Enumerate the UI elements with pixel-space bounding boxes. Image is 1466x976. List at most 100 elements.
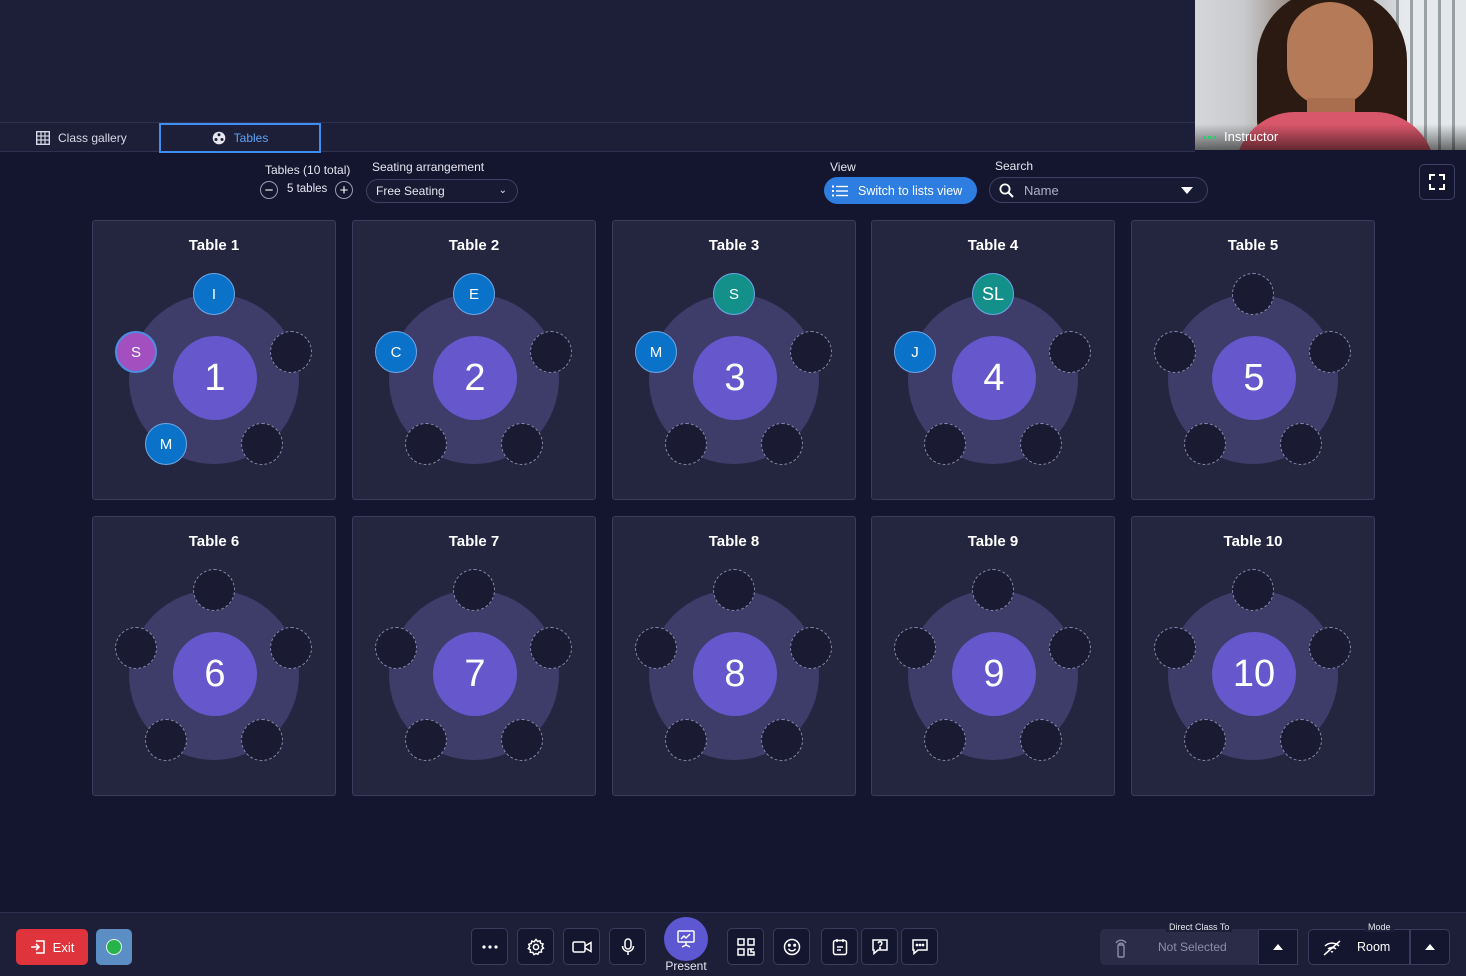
seat-empty[interactable] bbox=[1309, 331, 1351, 373]
seat-empty[interactable] bbox=[115, 627, 157, 669]
student-initial: S bbox=[130, 343, 141, 361]
seat-empty[interactable] bbox=[1184, 423, 1226, 465]
seat-empty[interactable] bbox=[1154, 331, 1196, 373]
seat-empty[interactable] bbox=[1049, 627, 1091, 669]
tables-total-label: Tables (10 total) bbox=[265, 163, 351, 177]
seat-empty[interactable] bbox=[1280, 719, 1322, 761]
seat-empty[interactable] bbox=[145, 719, 187, 761]
table-number: 4 bbox=[952, 336, 1036, 420]
seat-empty[interactable] bbox=[1020, 719, 1062, 761]
seat-empty[interactable] bbox=[1232, 569, 1274, 611]
direct-class-to-label: Direct Class To bbox=[1166, 922, 1233, 932]
seat-empty[interactable] bbox=[453, 569, 495, 611]
table-card[interactable]: Table 1 1 I M S bbox=[92, 220, 336, 500]
minus-icon: − bbox=[264, 181, 274, 199]
seat-student[interactable]: E bbox=[453, 273, 495, 315]
table-name: Table 3 bbox=[708, 237, 760, 254]
more-button[interactable] bbox=[471, 928, 508, 965]
student-initial: J bbox=[911, 343, 919, 361]
chat-button[interactable] bbox=[901, 928, 938, 965]
direct-class-to-expand-button[interactable] bbox=[1258, 929, 1298, 965]
table-card[interactable]: Table 3 3 S M bbox=[612, 220, 856, 500]
decrease-tables-button[interactable]: − bbox=[260, 181, 278, 199]
seat-empty[interactable] bbox=[530, 627, 572, 669]
table-card[interactable]: Table 4 4 SL J bbox=[871, 220, 1115, 500]
settings-button[interactable] bbox=[517, 928, 554, 965]
instructor-video[interactable] bbox=[1195, 0, 1466, 150]
seat-empty[interactable] bbox=[1049, 331, 1091, 373]
seat-empty[interactable] bbox=[894, 627, 936, 669]
qr-code-button[interactable] bbox=[727, 928, 764, 965]
seat-empty[interactable] bbox=[1232, 273, 1274, 315]
caret-down-icon bbox=[1181, 187, 1193, 194]
seat-empty[interactable] bbox=[665, 423, 707, 465]
seat-empty[interactable] bbox=[270, 627, 312, 669]
microphone-icon bbox=[621, 937, 634, 955]
seat-empty[interactable] bbox=[635, 627, 677, 669]
seat-student[interactable]: SL bbox=[972, 273, 1014, 315]
seat-student[interactable]: S bbox=[115, 331, 157, 373]
seat-empty[interactable] bbox=[501, 719, 543, 761]
table-card[interactable]: Table 8 8 bbox=[612, 516, 856, 796]
tab-class-gallery[interactable]: Class gallery bbox=[36, 123, 127, 152]
seat-student[interactable]: M bbox=[145, 423, 187, 465]
seat-empty[interactable] bbox=[241, 423, 283, 465]
question-button[interactable] bbox=[861, 928, 898, 965]
camera-button[interactable] bbox=[563, 928, 600, 965]
seat-empty[interactable] bbox=[1309, 627, 1351, 669]
remote-icon bbox=[1115, 939, 1127, 958]
table-card[interactable]: Table 7 7 bbox=[352, 516, 596, 796]
emoji-button[interactable] bbox=[773, 928, 810, 965]
table-card[interactable]: Table 6 6 bbox=[92, 516, 336, 796]
seating-arrangement-select[interactable]: Free Seating ⌄ bbox=[366, 179, 518, 203]
mode-select[interactable]: Room bbox=[1308, 929, 1410, 965]
seat-empty[interactable] bbox=[1184, 719, 1226, 761]
seat-empty[interactable] bbox=[375, 627, 417, 669]
seat-empty[interactable] bbox=[790, 627, 832, 669]
seating-arrangement-label: Seating arrangement bbox=[372, 160, 485, 174]
status-indicator-icon bbox=[106, 939, 122, 955]
seat-student[interactable]: I bbox=[193, 273, 235, 315]
seat-student[interactable]: M bbox=[635, 331, 677, 373]
seat-empty[interactable] bbox=[972, 569, 1014, 611]
seat-student[interactable]: C bbox=[375, 331, 417, 373]
seat-empty[interactable] bbox=[761, 719, 803, 761]
direct-class-to-select[interactable]: Not Selected bbox=[1100, 929, 1258, 965]
seat-empty[interactable] bbox=[270, 331, 312, 373]
seat-student[interactable]: J bbox=[894, 331, 936, 373]
seat-empty[interactable] bbox=[193, 569, 235, 611]
status-button[interactable] bbox=[96, 929, 132, 965]
present-icon bbox=[677, 930, 695, 948]
microphone-button[interactable] bbox=[609, 928, 646, 965]
seat-empty[interactable] bbox=[1154, 627, 1196, 669]
seat-empty[interactable] bbox=[790, 331, 832, 373]
seat-empty[interactable] bbox=[665, 719, 707, 761]
table-card[interactable]: Table 5 5 bbox=[1131, 220, 1375, 500]
seat-empty[interactable] bbox=[530, 331, 572, 373]
seat-empty[interactable] bbox=[501, 423, 543, 465]
seat-empty[interactable] bbox=[1020, 423, 1062, 465]
seat-empty[interactable] bbox=[924, 719, 966, 761]
tab-tables[interactable]: Tables bbox=[159, 123, 321, 153]
table-card[interactable]: Table 2 2 E C bbox=[352, 220, 596, 500]
seat-empty[interactable] bbox=[713, 569, 755, 611]
fullscreen-button[interactable] bbox=[1419, 164, 1455, 200]
table-card[interactable]: Table 10 10 bbox=[1131, 516, 1375, 796]
table-number: 8 bbox=[693, 632, 777, 716]
search-dropdown[interactable]: Name bbox=[989, 177, 1208, 203]
increase-tables-button[interactable]: + bbox=[335, 181, 353, 199]
seat-empty[interactable] bbox=[1280, 423, 1322, 465]
seat-empty[interactable] bbox=[761, 423, 803, 465]
exit-icon bbox=[30, 940, 45, 954]
seat-empty[interactable] bbox=[405, 423, 447, 465]
exit-button[interactable]: Exit bbox=[16, 929, 88, 965]
seat-empty[interactable] bbox=[924, 423, 966, 465]
notes-button[interactable] bbox=[821, 928, 858, 965]
present-button[interactable] bbox=[664, 917, 708, 961]
seat-empty[interactable] bbox=[405, 719, 447, 761]
mode-expand-button[interactable] bbox=[1410, 929, 1450, 965]
table-card[interactable]: Table 9 9 bbox=[871, 516, 1115, 796]
switch-to-list-view-button[interactable]: Switch to lists view bbox=[824, 177, 977, 204]
seat-empty[interactable] bbox=[241, 719, 283, 761]
seat-student[interactable]: S bbox=[713, 273, 755, 315]
